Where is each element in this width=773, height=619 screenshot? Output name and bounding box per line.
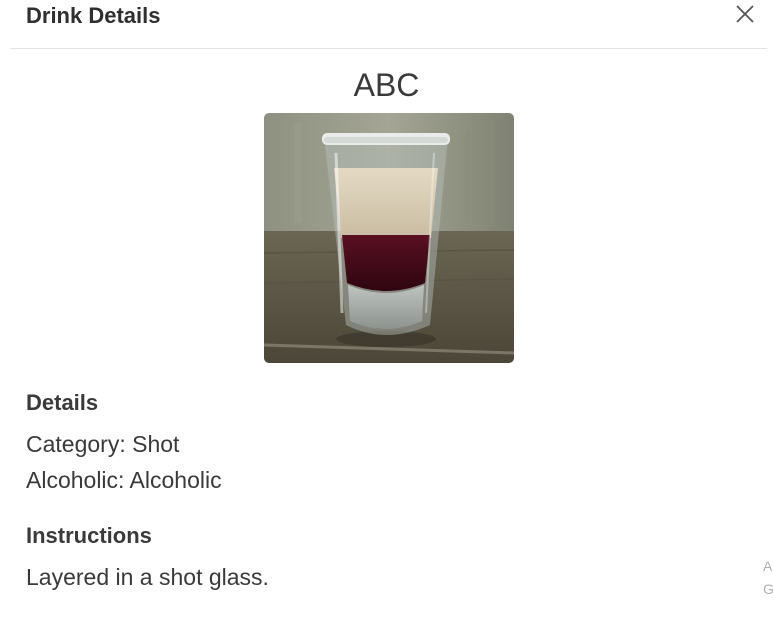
details-heading: Details bbox=[26, 390, 99, 415]
close-button[interactable] bbox=[735, 4, 755, 24]
drink-name: ABC bbox=[353, 67, 420, 103]
category-text: Category: Shot bbox=[26, 431, 180, 457]
edge-fragment-2: G bbox=[763, 581, 773, 597]
modal-header: Drink Details bbox=[10, 0, 767, 49]
shot-glass-photo bbox=[264, 113, 514, 363]
close-icon bbox=[736, 5, 754, 23]
drink-details-modal: Drink Details ABC Details Category: Shot… bbox=[0, 0, 773, 619]
edge-fragment-1: A bbox=[763, 558, 773, 574]
drink-image bbox=[264, 113, 514, 363]
modal-title: Drink Details bbox=[26, 3, 161, 28]
instructions-heading: Instructions bbox=[26, 523, 152, 548]
instructions-text: Layered in a shot glass. bbox=[26, 564, 269, 590]
alcoholic-text: Alcoholic: Alcoholic bbox=[26, 467, 222, 493]
